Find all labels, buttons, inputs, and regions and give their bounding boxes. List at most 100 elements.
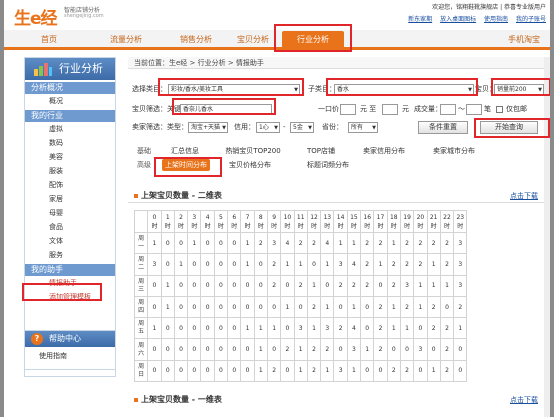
column-header-hour-unit: 时 (457, 222, 464, 230)
column-header-hour-number: 10 (283, 213, 292, 221)
table-cell: 2 (399, 253, 415, 276)
help-item-guide[interactable]: 使用指南 (25, 347, 115, 365)
price-min-input[interactable] (340, 104, 356, 115)
table-cell: 1 (147, 317, 162, 340)
nav-tab-items[interactable]: 宝贝分析 (228, 33, 278, 47)
table-cell: 3 (453, 253, 468, 276)
table-cell: 0 (439, 295, 455, 319)
top-links: 新东家期 放入桌面图标 使用指南 我的子账号 (402, 14, 546, 23)
table-cell: 1 (160, 274, 175, 297)
column-header-hour-unit: 时 (284, 222, 291, 230)
table-cell: 2 (306, 295, 322, 319)
table-cell: 0 (213, 359, 229, 383)
sidebar-item-overview[interactable]: 概况 (25, 94, 115, 108)
table-cell: 1 (320, 359, 335, 383)
sidebar-item-accessories[interactable]: 配饰 (25, 178, 115, 192)
tab-top200[interactable]: 热销宝贝TOP200 (214, 145, 292, 157)
seller-type-value: 淘宝+天猫 (191, 124, 221, 131)
nav-tab-sales[interactable]: 销售分析 (166, 33, 226, 47)
table-cell: 0 (173, 231, 189, 255)
tab-title-words[interactable]: 标题词频分布 (296, 159, 360, 171)
sidebar-section-my-assistant[interactable]: 我的助手 (25, 264, 115, 276)
price-max-input[interactable] (382, 104, 398, 115)
table-cell: 2 (386, 253, 401, 276)
deals-min-input[interactable] (440, 104, 456, 115)
download-link-1d[interactable]: 点击下载 (510, 395, 538, 405)
sidebar-item-sports[interactable]: 文体 (25, 234, 115, 248)
column-header-hour-number: 17 (376, 213, 385, 221)
top-link-new[interactable]: 新东家期 (408, 16, 432, 23)
tab-seller-credit[interactable]: 卖家信用分布 (352, 145, 416, 157)
table-cell: 2 (306, 338, 322, 361)
column-header-hour-number: 2 (179, 213, 183, 221)
sidebar-section-overview[interactable]: 分析概况 (25, 82, 115, 94)
top-link-guide[interactable]: 使用指南 (484, 16, 508, 23)
column-header-hour-number: 0 (152, 213, 157, 221)
highlight-query-button (474, 118, 550, 138)
seller-type-select[interactable]: 淘宝+天猫 ▼ (188, 122, 228, 133)
table-cell: 0 (173, 295, 189, 319)
sidebar-item-virtual[interactable]: 虚拟 (25, 122, 115, 136)
table-cell: 0 (253, 274, 268, 297)
column-header-hour-22: 22 时 (439, 210, 455, 233)
help-icon: ? (31, 333, 43, 345)
column-header-hour-number: 9 (272, 213, 277, 221)
download-link-2d[interactable]: 点击下载 (510, 191, 538, 201)
province-select[interactable]: 所有 ▼ (348, 122, 378, 133)
column-header-hour-unit: 时 (204, 222, 211, 230)
sidebar-item-clothing[interactable]: 服装 (25, 164, 115, 178)
column-header-hour-unit: 时 (244, 222, 251, 230)
nav-tab-traffic[interactable]: 流量分析 (96, 33, 156, 47)
credit-from-select[interactable]: 1心 ▼ (256, 122, 280, 133)
tab-summary[interactable]: 汇总信息 (162, 145, 208, 157)
sidebar-item-food[interactable]: 食品 (25, 220, 115, 234)
column-header-hour-unit: 时 (271, 222, 278, 230)
sidebar-item-digital[interactable]: 数码 (25, 136, 115, 150)
column-header-hour-number: 1 (165, 213, 170, 221)
table-cell: 0 (147, 295, 162, 319)
table-cell: 1 (426, 359, 441, 383)
table-cell: 1 (346, 231, 362, 255)
table-cell: 2 (293, 231, 308, 255)
table-cell: 1 (293, 338, 308, 361)
reset-button[interactable]: 条件重置 (418, 121, 468, 134)
column-header-hour-unit: 时 (151, 222, 158, 230)
tab-price-distribution[interactable]: 宝贝价格分布 (214, 159, 286, 171)
free-shipping-checkbox[interactable] (496, 106, 503, 113)
table-cell: 0 (306, 253, 322, 276)
table-cell: 2 (333, 274, 348, 297)
sidebar-section-my-industry[interactable]: 我的行业 (25, 110, 115, 122)
sidebar-item-services[interactable]: 服务 (25, 248, 115, 262)
credit-to-select[interactable]: 5金 ▼ (290, 122, 314, 133)
tab-seller-city[interactable]: 卖家城市分布 (422, 145, 486, 157)
table-cell: 0 (213, 274, 229, 297)
row-header-day: 周一 (133, 231, 149, 255)
nav-tab-home[interactable]: 首页 (24, 33, 74, 47)
seller-label: 卖家筛选：类型： (132, 123, 188, 131)
vertical-scrollbar[interactable] (544, 57, 550, 417)
table-cell: 4 (280, 231, 295, 255)
tab-top-shops[interactable]: TOP店铺 (296, 145, 346, 157)
column-header-hour-unit: 时 (417, 222, 424, 230)
column-header-hour-0: 0时 (147, 210, 162, 233)
table-cell: 0 (360, 295, 375, 319)
table-body: 周一100100012342241122122223周二301000010211… (133, 231, 468, 383)
top-link-subaccount[interactable]: 我的子账号 (516, 16, 546, 23)
column-header-hour-number: 23 (456, 213, 465, 221)
table-cell: 0 (240, 274, 255, 297)
sidebar-title: 行业分析 (25, 58, 115, 80)
sidebar-item-baby[interactable]: 母婴 (25, 206, 115, 220)
table-cell: 1 (280, 295, 295, 319)
table-cell: 1 (386, 317, 401, 340)
top-link-desktop-icon[interactable]: 放入桌面图标 (440, 16, 476, 23)
welcome-text: 欢迎您，铭翔鞋靴旗舰店 | 恭喜专业版用户 (432, 4, 546, 11)
sidebar-item-home[interactable]: 家居 (25, 192, 115, 206)
column-header-hour-unit: 时 (430, 222, 437, 230)
nav-mobile-taobao[interactable]: 手机淘宝 (508, 33, 540, 47)
sidebar-item-beauty[interactable]: 美容 (25, 150, 115, 164)
deals-to-label: ～ (458, 105, 465, 113)
site-logo[interactable]: 生e经 (14, 4, 58, 29)
deals-max-input[interactable] (466, 104, 482, 115)
table-cell: 1 (293, 253, 308, 276)
deals-unit-label: 笔 (484, 105, 491, 113)
